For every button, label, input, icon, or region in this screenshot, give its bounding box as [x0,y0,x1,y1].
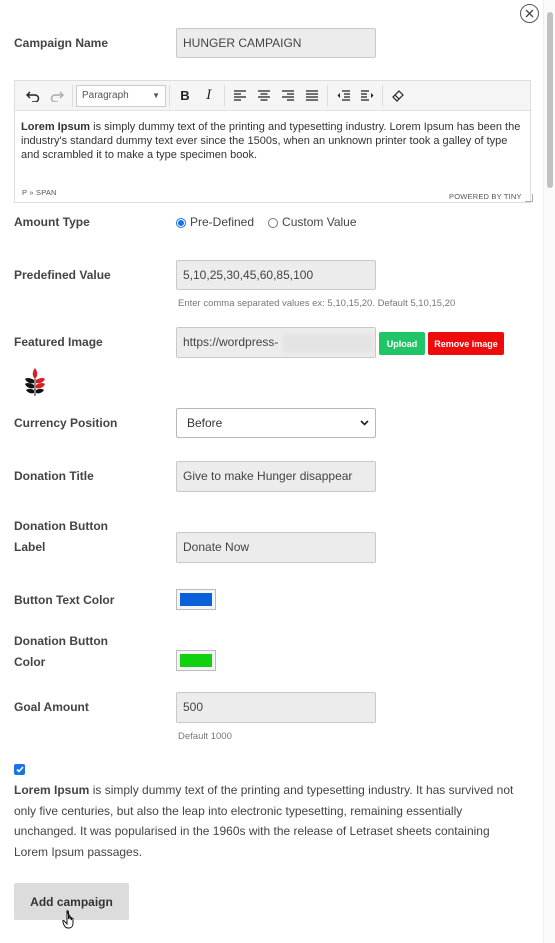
italic-button[interactable]: I [197,85,221,107]
predefined-value-label: Predefined Value [14,268,111,282]
radio-unchecked-icon [268,217,279,228]
terms-bold-text: Lorem Ipsum [14,783,90,797]
toolbar-divider [382,84,383,107]
eraser-icon [392,89,404,102]
redacted-url-blur [283,334,373,352]
format-select[interactable]: Paragraph ▼ [76,84,166,107]
hand-cursor-icon [62,909,78,935]
undo-button[interactable] [21,85,45,107]
campaign-name-input[interactable]: HUNGER CAMPAIGN [176,28,376,58]
indent-button[interactable] [355,85,379,107]
donation-title-input[interactable]: Give to make Hunger disappear [176,461,376,492]
donation-button-color-label-line2: Color [14,655,46,669]
remove-image-button[interactable]: Remove image [428,332,504,355]
goal-amount-hint: Default 1000 [178,731,232,742]
donation-title-label: Donation Title [14,469,94,483]
close-button[interactable] [520,4,539,23]
redo-icon [50,91,64,102]
button-text-color-swatch [180,593,212,606]
chevron-down-icon [360,420,369,426]
editor-content[interactable]: Lorem Ipsum is simply dummy text of the … [15,111,530,162]
currency-position-label: Currency Position [14,416,118,430]
terms-text: Lorem Ipsum is simply dummy text of the … [14,780,524,862]
align-right-icon [282,90,294,101]
checkmark-icon [15,766,24,773]
predefined-radio-label: Pre-Defined [190,215,255,229]
rich-text-editor: Paragraph ▼ B I Lorem Ipsum is simply du… [14,80,531,203]
terms-body-text: is simply dummy text of the printing and… [14,783,514,859]
featured-image-label: Featured Image [14,335,103,349]
upload-button[interactable]: Upload [379,332,425,355]
predefined-radio[interactable]: Pre-Defined [176,212,254,233]
outdent-button[interactable] [331,85,355,107]
clear-formatting-button[interactable] [386,85,410,107]
indent-icon [360,90,373,101]
bold-icon: B [180,88,190,103]
powered-by-tiny[interactable]: POWERED BY TINY [449,192,522,201]
toolbar-divider [169,84,170,107]
custom-value-radio[interactable]: Custom Value [268,212,357,233]
donation-button-color-picker[interactable] [176,650,216,671]
scrollbar-thumb[interactable] [547,12,553,188]
featured-image-preview [24,366,46,401]
toolbar-divider [224,84,225,107]
radio-checked-icon [176,217,186,228]
toolbar-divider [327,84,328,107]
editor-bold-text: Lorem Ipsum [21,121,91,133]
donation-button-label-label-line2: Label [14,540,46,554]
amount-type-label: Amount Type [14,215,90,229]
align-left-button[interactable] [228,85,252,107]
undo-icon [26,91,40,102]
amount-type-radios: Pre-Defined Custom Value [176,212,357,233]
editor-toolbar: Paragraph ▼ B I [15,81,530,111]
align-center-button[interactable] [252,85,276,107]
vertical-scrollbar[interactable] [543,0,555,943]
donation-button-label-label-line1: Donation Button [14,519,108,533]
goal-amount-label: Goal Amount [14,700,89,714]
currency-position-select[interactable]: Before [176,408,376,438]
resize-handle-icon[interactable] [525,194,533,202]
button-text-color-picker[interactable] [176,589,216,610]
italic-icon: I [206,88,212,103]
goal-amount-input[interactable]: 500 [176,692,376,723]
wheat-logo-icon [25,368,45,396]
donation-button-label-input[interactable]: Donate Now [176,532,376,563]
redo-button[interactable] [45,85,69,107]
custom-value-radio-label: Custom Value [282,215,357,229]
align-right-button[interactable] [276,85,300,107]
featured-image-input[interactable]: https://wordpress- [176,327,376,358]
outdent-icon [337,90,350,101]
button-text-color-label: Button Text Color [14,593,115,607]
editor-path: P » SPAN [22,188,57,197]
editor-body-text: is simply dummy text of the printing and… [21,121,521,161]
toolbar-divider [72,84,73,107]
currency-position-value: Before [187,416,223,430]
predefined-value-input[interactable]: 5,10,25,30,45,60,85,100 [176,260,376,290]
close-icon [525,9,534,18]
format-select-value: Paragraph [82,90,129,101]
chevron-down-icon: ▼ [152,91,160,100]
campaign-name-label: Campaign Name [14,36,109,50]
featured-image-url: https://wordpress- [183,335,279,349]
donation-button-color-label-line1: Donation Button [14,634,108,648]
align-center-icon [258,90,270,101]
donation-button-color-swatch [180,654,212,667]
align-left-icon [234,90,246,101]
terms-checkbox[interactable] [14,764,25,775]
align-justify-icon [306,90,318,101]
bold-button[interactable]: B [173,85,197,107]
predefined-value-hint: Enter comma separated values ex: 5,10,15… [178,298,456,309]
align-justify-button[interactable] [300,85,324,107]
